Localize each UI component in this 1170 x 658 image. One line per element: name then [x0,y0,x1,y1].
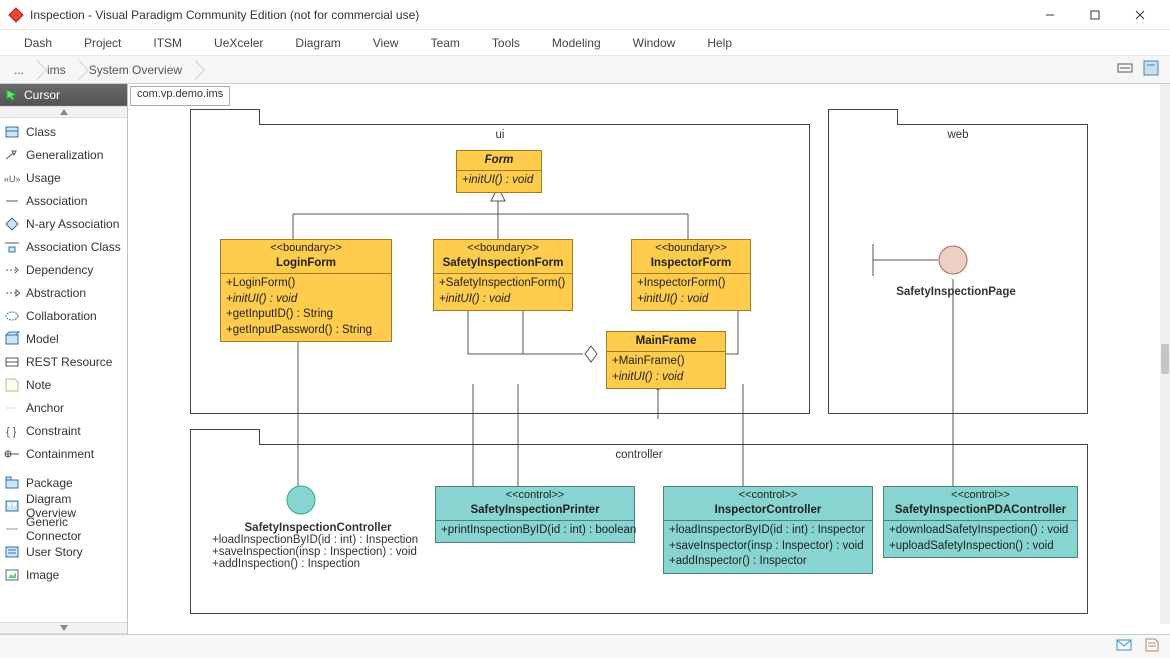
menu-view[interactable]: View [357,32,415,54]
palette-item-dependency[interactable]: Dependency [0,258,127,281]
app-logo [8,7,24,23]
toolbar-icon-a[interactable] [1116,59,1134,80]
constraint-icon: { } [4,423,20,439]
class-safetyinspectionform[interactable]: <<boundary>>SafetyInspectionForm +Safety… [433,239,573,311]
palette-item-user-story[interactable]: User Story [0,540,127,563]
note-icon [4,377,20,393]
minimize-button[interactable] [1027,1,1072,29]
close-button[interactable] [1117,1,1162,29]
diagram-editor[interactable]: com.vp.demo.ims [128,84,1170,634]
package-web[interactable]: web [828,124,1088,414]
class-loginform[interactable]: <<boundary>>LoginForm +LoginForm() +init… [220,239,392,342]
model-icon [4,331,20,347]
maximize-button[interactable] [1072,1,1117,29]
palette-cursor-label: Cursor [24,88,60,102]
title-bar: Inspection - Visual Paradigm Community E… [0,0,1170,30]
palette-item-collaboration[interactable]: Collaboration [0,304,127,327]
palette-scroll-up[interactable] [0,106,127,118]
menu-bar: Dash Project ITSM UeXceler Diagram View … [0,30,1170,56]
containment-icon [4,446,20,462]
connector-icon [4,521,20,537]
palette-scroll-down[interactable] [0,622,127,634]
generalization-icon [4,147,20,163]
palette-item-generalization[interactable]: Generalization [0,143,127,166]
menu-diagram[interactable]: Diagram [279,32,356,54]
palette-item-association[interactable]: Association [0,189,127,212]
menu-tools[interactable]: Tools [476,32,536,54]
package-ui-label: ui [191,129,809,141]
palette-cursor[interactable]: Cursor [0,84,127,106]
class-mainframe[interactable]: MainFrame +MainFrame() +initUI() : void [606,331,726,389]
status-bar [0,634,1170,658]
breadcrumb-root[interactable]: ... [6,60,38,80]
class-safetyinspectionpage[interactable]: SafetyInspectionPage [886,286,1026,298]
palette-item-usage[interactable]: «U»Usage [0,166,127,189]
svg-text:{ }: { } [6,426,17,438]
class-inspectorcontroller[interactable]: <<control>>InspectorController +loadInsp… [663,486,873,574]
palette-item-anchor[interactable]: Anchor [0,396,127,419]
menu-itsm[interactable]: ITSM [137,32,198,54]
package-controller-label: controller [191,449,1087,461]
menu-team[interactable]: Team [415,32,476,54]
palette-item-model[interactable]: Model [0,327,127,350]
palette-item-abstraction[interactable]: Abstraction [0,281,127,304]
userstory-icon [4,544,20,560]
nary-icon [4,216,20,232]
package-web-label: web [829,129,1087,141]
class-pdacontroller[interactable]: <<control>>SafetyInspectionPDAController… [883,486,1078,558]
overview-icon [4,498,20,514]
palette-item-nary[interactable]: N-ary Association [0,212,127,235]
menu-window[interactable]: Window [617,32,692,54]
palette-item-note[interactable]: Note [0,373,127,396]
menu-project[interactable]: Project [68,32,137,54]
palette-item-generic-connector[interactable]: Generic Connector [0,517,127,540]
class-form[interactable]: Form +initUI() : void [456,150,542,193]
menu-uexceler[interactable]: UeXceler [198,32,279,54]
dependency-icon [4,262,20,278]
cursor-icon [6,89,18,101]
menu-help[interactable]: Help [691,32,748,54]
palette-item-rest[interactable]: REST Resource [0,350,127,373]
menu-modeling[interactable]: Modeling [536,32,617,54]
menu-dash[interactable]: Dash [8,32,68,54]
anchor-icon [4,400,20,416]
assocclass-icon [4,239,20,255]
window-title: Inspection - Visual Paradigm Community E… [30,8,419,22]
tool-palette: Cursor Class Generalization «U»Usage Ass… [0,84,128,634]
palette-item-class[interactable]: Class [0,120,127,143]
class-inspectorform[interactable]: <<boundary>>InspectorForm +InspectorForm… [631,239,751,311]
palette-item-assocclass[interactable]: Association Class [0,235,127,258]
package-icon [4,475,20,491]
breadcrumb-system[interactable]: System Overview [79,60,196,80]
abstraction-icon [4,285,20,301]
class-icon [4,124,20,140]
class-safetyinspectionprinter[interactable]: <<control>>SafetyInspectionPrinter +prin… [435,486,635,543]
palette-item-constraint[interactable]: { }Constraint [0,419,127,442]
vertical-scrollbar[interactable] [1160,84,1170,624]
rest-icon [4,354,20,370]
mail-icon[interactable] [1116,637,1132,656]
toolbar-icon-b[interactable] [1142,59,1160,80]
breadcrumbs: ... ims System Overview [6,60,1116,80]
palette-item-image[interactable]: Image [0,563,127,586]
svg-text:«U»: «U» [4,174,20,184]
breadcrumb-bar: ... ims System Overview [0,56,1170,84]
note-statusbar-icon[interactable] [1144,637,1160,656]
palette-item-containment[interactable]: Containment [0,442,127,465]
class-safetyinspectioncontroller[interactable]: SafetyInspectionController +loadInspecti… [208,522,428,570]
collaboration-icon [4,308,20,324]
association-icon [4,193,20,209]
usage-icon: «U» [4,170,20,186]
image-icon [4,567,20,583]
